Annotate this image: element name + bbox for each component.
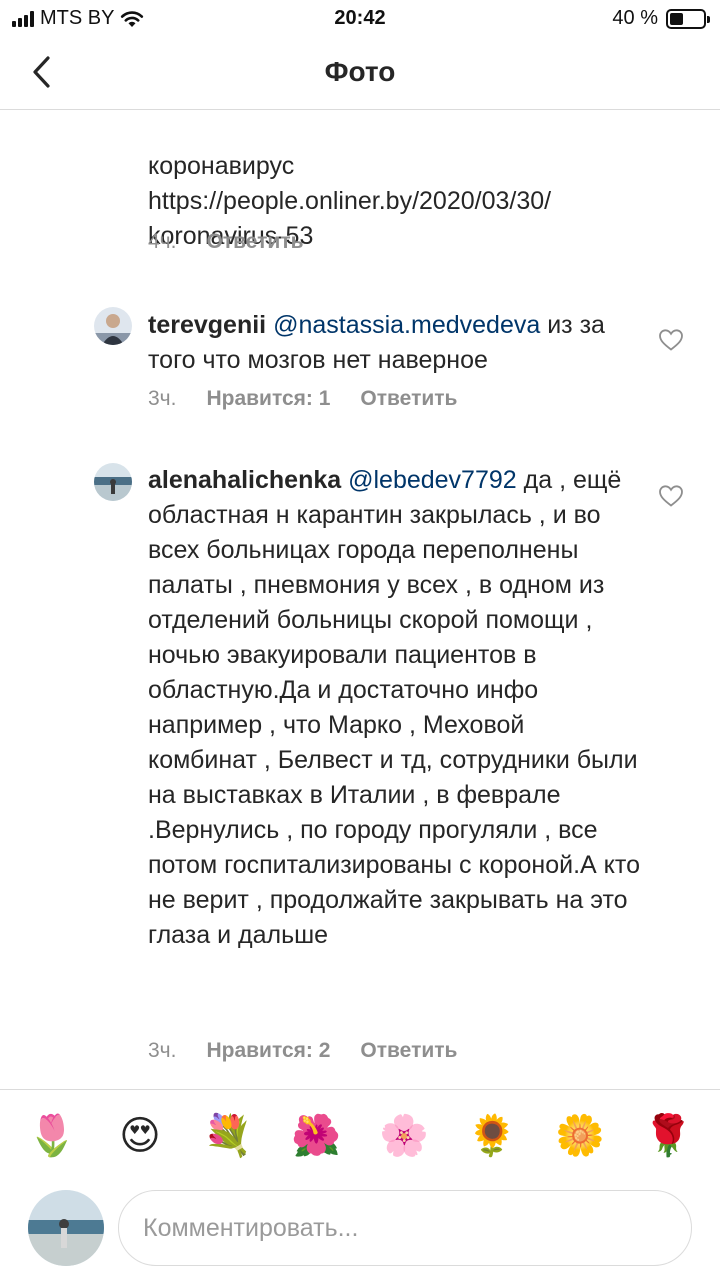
comment-input[interactable] bbox=[118, 1190, 692, 1266]
likes-count[interactable]: Нравится: 1 bbox=[206, 387, 330, 411]
reply-button[interactable]: Ответить bbox=[360, 387, 457, 411]
sunflower-emoji-button[interactable]: 🌻 bbox=[466, 1112, 518, 1160]
blossom-emoji-button[interactable]: 🌼 bbox=[554, 1112, 606, 1160]
avatar[interactable] bbox=[94, 463, 132, 501]
comment-mention[interactable]: @lebedev7792 bbox=[348, 466, 517, 494]
comment-username[interactable]: terevgenii bbox=[148, 311, 266, 339]
comment-composer bbox=[0, 1188, 720, 1272]
reply-button[interactable]: Ответить bbox=[360, 1039, 457, 1063]
comment-body: да , ещё областная н карантин закрылась … bbox=[148, 466, 640, 949]
avatar[interactable] bbox=[94, 307, 132, 345]
battery-icon bbox=[666, 8, 710, 29]
avatar bbox=[28, 1190, 104, 1266]
status-right: 40 % bbox=[612, 7, 710, 30]
nav-bar: Фото bbox=[0, 38, 720, 110]
battery-percent: 40 % bbox=[612, 7, 658, 29]
tulip-emoji-button[interactable]: 🌷 bbox=[26, 1112, 78, 1160]
hibiscus-emoji-button[interactable]: 🌺 bbox=[290, 1112, 342, 1160]
status-bar: MTS BY 20:42 40 % bbox=[0, 0, 720, 38]
bouquet-emoji-button[interactable]: 💐 bbox=[202, 1112, 254, 1160]
likes-count[interactable]: Нравится: 2 bbox=[206, 1039, 330, 1063]
comment-time: 4ч. bbox=[148, 230, 177, 253]
comment-time: 3ч. bbox=[148, 387, 177, 410]
emoji-bar: 🌷 😍 💐 🌺 🌸 🌻 🌼 🌹 bbox=[0, 1089, 720, 1181]
like-button[interactable] bbox=[658, 484, 684, 508]
cherry-blossom-emoji-button[interactable]: 🌸 bbox=[378, 1112, 430, 1160]
reply-button[interactable]: Ответить bbox=[206, 230, 303, 254]
comment-text: terevgenii @nastassia.medvedeva из за то… bbox=[148, 308, 640, 378]
heart-icon bbox=[659, 485, 683, 507]
comment-meta: 3ч. Нравится: 2 Ответить bbox=[148, 1039, 457, 1063]
comment-meta: 3ч. Нравится: 1 Ответить bbox=[148, 387, 457, 411]
comment-meta: 4ч. Ответить bbox=[148, 230, 304, 254]
battery-fill bbox=[670, 12, 683, 25]
comment-mention[interactable]: @nastassia.medvedeva bbox=[273, 311, 540, 339]
heart-icon bbox=[659, 329, 683, 351]
heart-eyes-emoji-button[interactable]: 😍 bbox=[114, 1112, 166, 1160]
like-button[interactable] bbox=[658, 328, 684, 352]
comment-text: alenahalichenka @lebedev7792 да , ещё об… bbox=[148, 463, 640, 953]
page-title: Фото bbox=[324, 56, 396, 87]
comment-username[interactable]: alenahalichenka bbox=[148, 466, 341, 494]
rose-emoji-button[interactable]: 🌹 bbox=[642, 1112, 694, 1160]
comment-time: 3ч. bbox=[148, 1039, 177, 1062]
